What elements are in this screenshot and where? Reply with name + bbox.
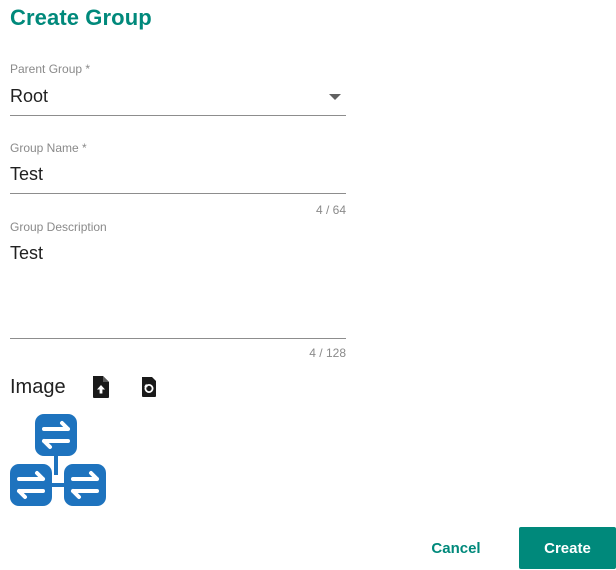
image-label: Image (10, 376, 66, 398)
dialog-title: Create Group (10, 5, 152, 30)
parent-group-label: Parent Group * (10, 62, 91, 76)
group-name-label: Group Name * (10, 141, 87, 155)
dropdown-arrow-icon[interactable] (329, 94, 341, 100)
network-group-icon (10, 412, 106, 506)
group-name-field[interactable]: Group Name * Test (10, 137, 346, 195)
group-description-counter: 4 / 128 (309, 346, 346, 360)
create-button[interactable]: Create (519, 527, 616, 569)
group-name-input[interactable]: Test (10, 164, 43, 185)
group-description-underline (10, 338, 346, 339)
group-description-field[interactable]: Group Description Test (10, 216, 346, 340)
cancel-button[interactable]: Cancel (418, 527, 494, 569)
group-name-underline (10, 193, 346, 194)
file-upload-icon[interactable] (91, 375, 111, 399)
group-description-input[interactable]: Test (10, 243, 43, 264)
group-description-label: Group Description (10, 220, 107, 234)
parent-group-select[interactable]: Parent Group * Root (10, 58, 346, 116)
reset-icon[interactable] (139, 376, 159, 398)
parent-group-value: Root (10, 86, 49, 106)
group-name-counter: 4 / 64 (315, 203, 346, 217)
parent-group-underline (10, 115, 346, 116)
